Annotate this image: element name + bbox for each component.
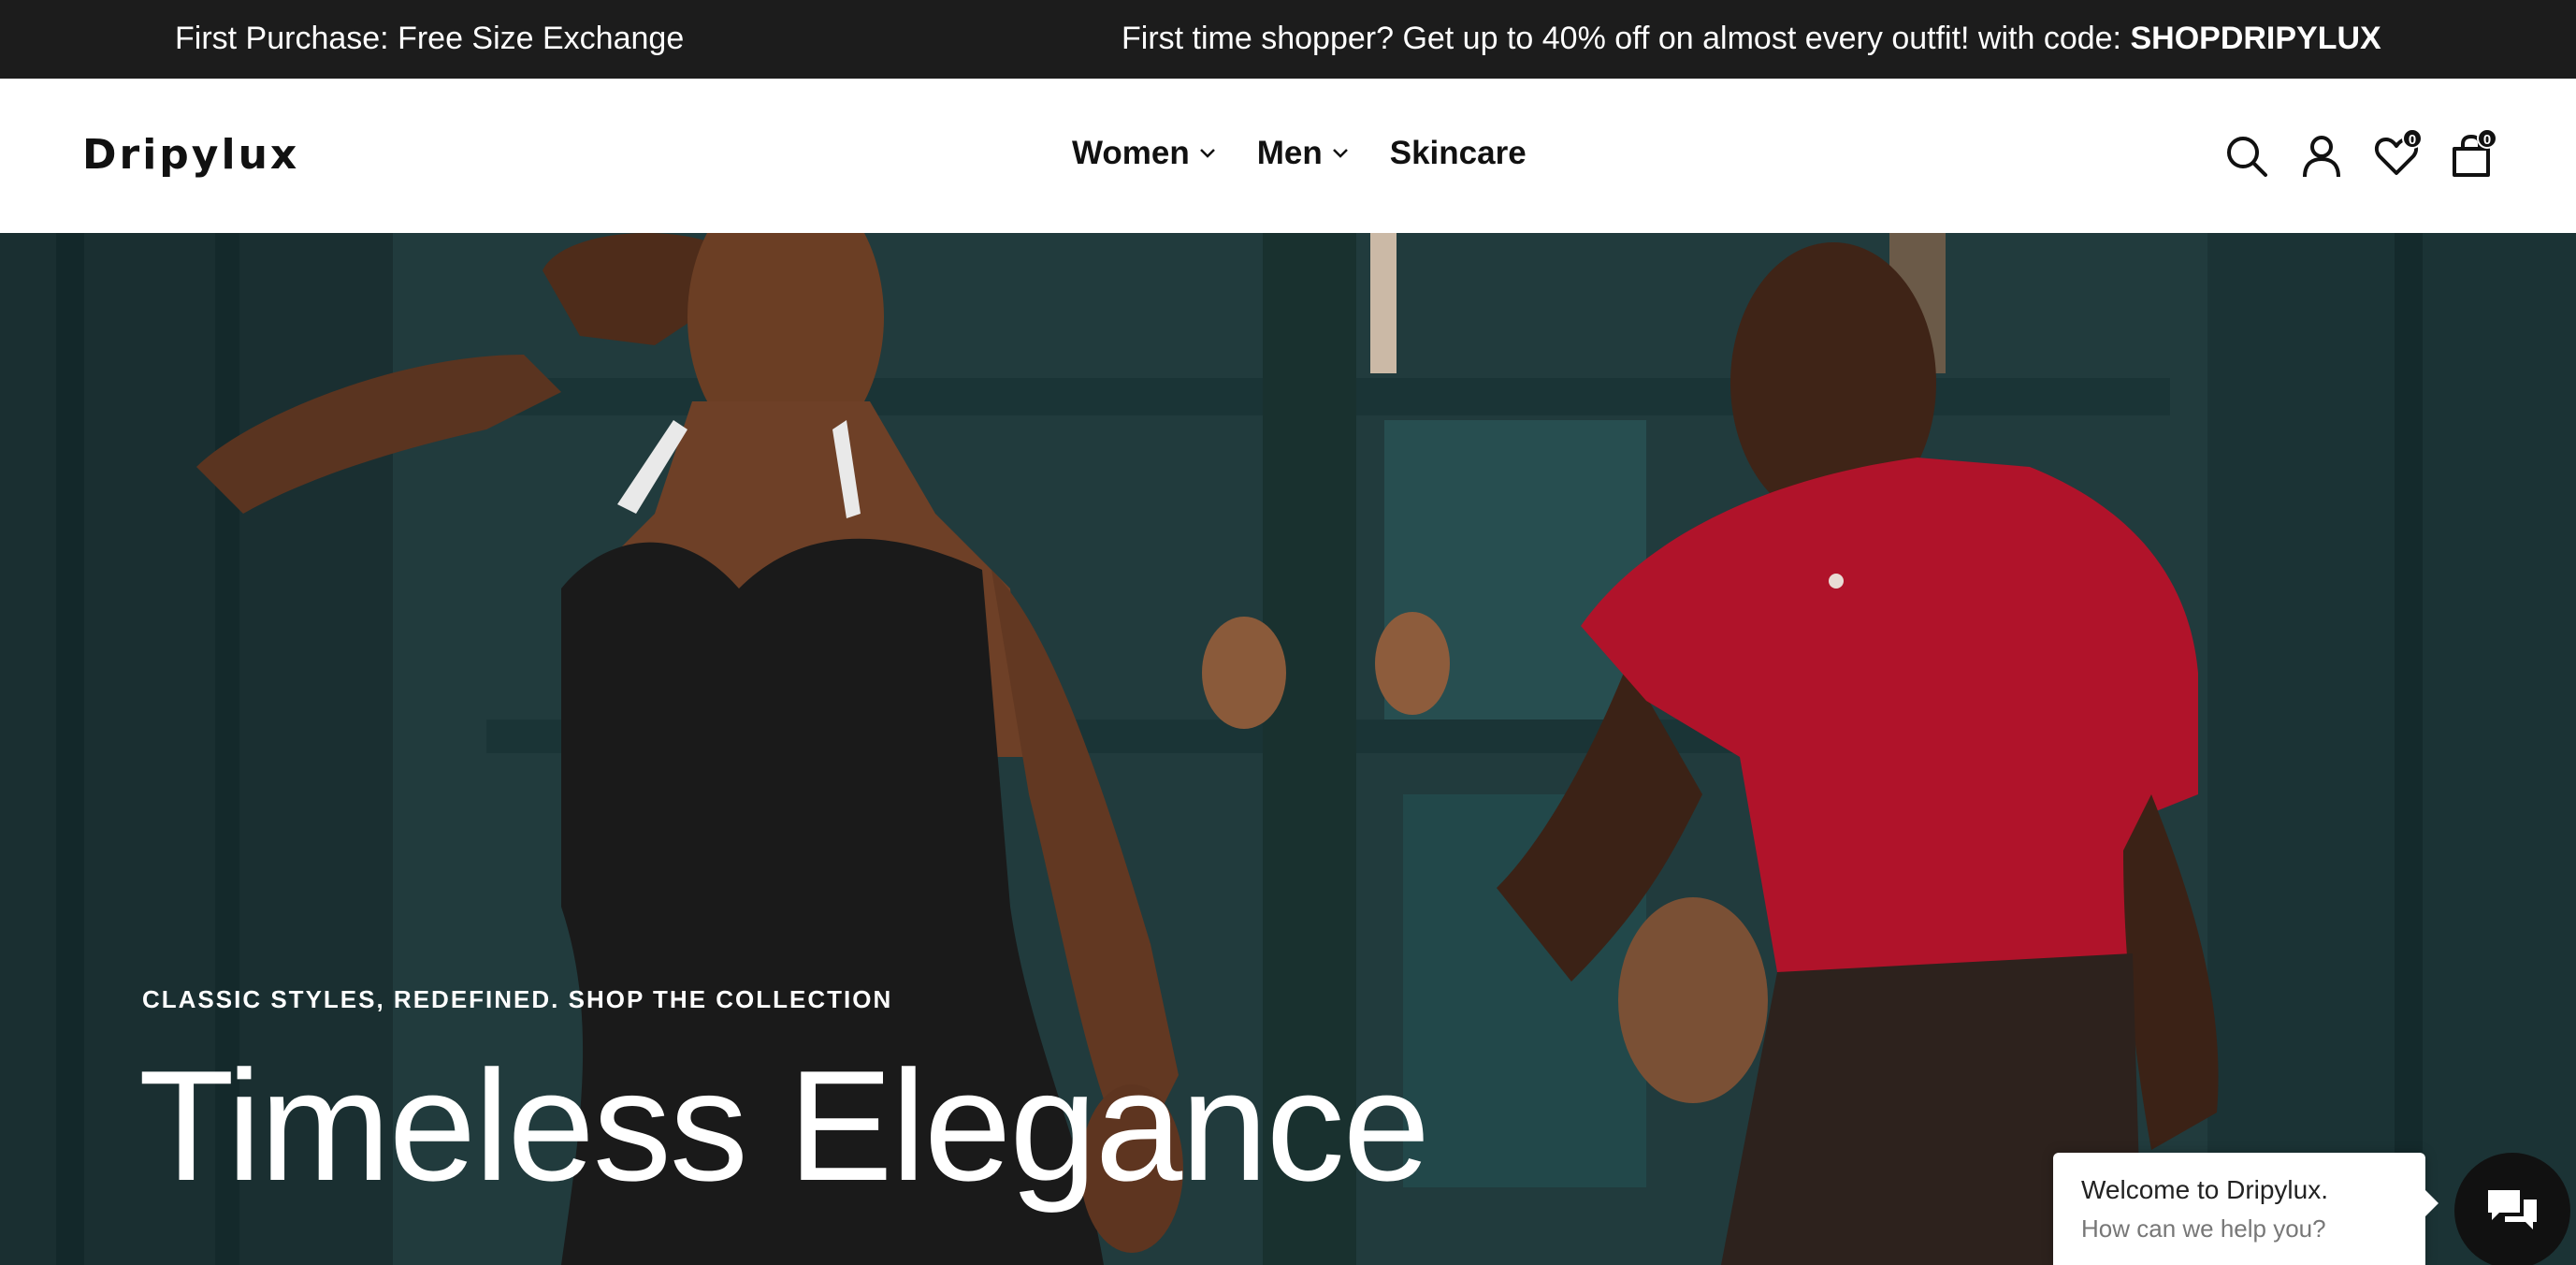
hero-eyebrow: CLASSIC STYLES, REDEFINED. SHOP THE COLL… xyxy=(142,985,893,1013)
wishlist-button[interactable]: 0 xyxy=(2370,128,2423,182)
cart-button[interactable]: 0 xyxy=(2445,128,2497,182)
account-icon xyxy=(2303,136,2340,178)
nav-skincare[interactable]: Skincare xyxy=(1390,135,1527,172)
header-icons: 0 0 xyxy=(2198,128,2497,182)
chat-welcome-subtitle: How can we help you? xyxy=(2081,1214,2326,1243)
cart-count-badge: 0 xyxy=(2477,128,2497,149)
logo[interactable]: Dripylux xyxy=(82,131,299,179)
hero-title: Timeless Elegance xyxy=(138,1038,1430,1214)
announcement-promo: First time shopper? Get up to 40% off on… xyxy=(1122,21,2381,57)
hero-banner[interactable]: CLASSIC STYLES, REDEFINED. SHOP THE COLL… xyxy=(0,233,2576,1265)
nav-skincare-label: Skincare xyxy=(1389,135,1527,171)
nav-men[interactable]: Men xyxy=(1257,135,1349,172)
promo-code: SHOPDRIPYLUX xyxy=(2130,21,2381,56)
search-button[interactable] xyxy=(2221,130,2273,182)
announcement-free-exchange: First Purchase: Free Size Exchange xyxy=(175,21,685,56)
chat-launcher-button[interactable] xyxy=(2454,1153,2570,1265)
announcement-promo-text: First time shopper? Get up to 40% off on… xyxy=(1122,21,2131,56)
account-button[interactable] xyxy=(2295,130,2348,182)
chevron-down-icon xyxy=(1332,148,1349,159)
nav-men-label: Men xyxy=(1256,135,1323,171)
chat-icon xyxy=(2488,1190,2537,1229)
nav-women-label: Women xyxy=(1072,135,1190,171)
chevron-down-icon xyxy=(1199,148,1216,159)
chat-welcome-bubble[interactable]: Welcome to Dripylux. How can we help you… xyxy=(2053,1153,2439,1265)
wishlist-count-badge: 0 xyxy=(2402,128,2423,149)
announcement-bar: First Purchase: Free Size Exchange First… xyxy=(0,0,2576,79)
nav-women[interactable]: Women xyxy=(1072,135,1216,172)
main-nav: Women Men Skincare xyxy=(1072,135,1568,172)
chat-welcome-title: Welcome to Dripylux. xyxy=(2081,1175,2329,1204)
site-header: Dripylux Women Men Skincare 0 0 xyxy=(0,79,2576,233)
chat-bubble-tail xyxy=(2425,1190,2439,1216)
search-icon xyxy=(2227,137,2267,177)
